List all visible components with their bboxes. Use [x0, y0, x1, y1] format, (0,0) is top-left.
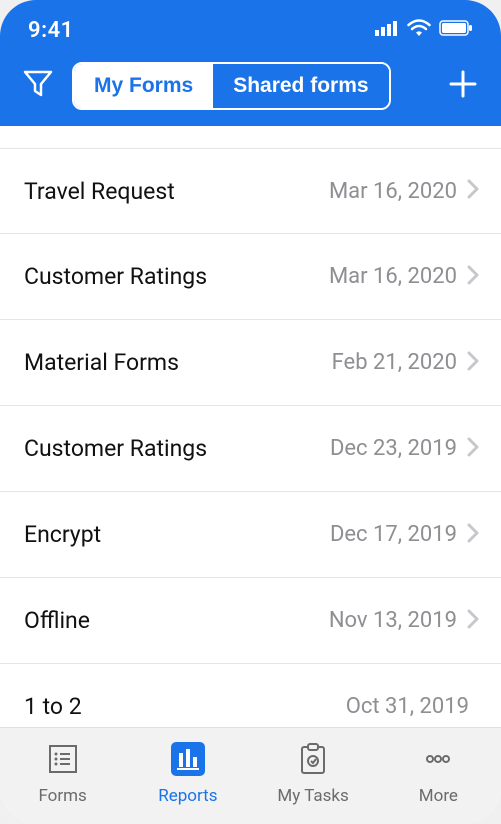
list-item-date: Dec 23, 2019: [330, 436, 457, 461]
list-item-title: Customer Ratings: [24, 435, 330, 462]
more-icon: [417, 738, 459, 780]
tab-my-forms[interactable]: My Forms: [74, 64, 213, 108]
bottom-nav: Forms Reports My Tasks More: [0, 727, 501, 824]
plus-icon: [448, 69, 478, 103]
nav-label: Forms: [38, 786, 86, 806]
app-screen: 9:41 My Forms Shared fo: [0, 0, 501, 824]
list-item-date: Mar 16, 2020: [329, 264, 457, 289]
chevron-right-icon: [467, 523, 479, 547]
list-item-date: Oct 31, 2019: [346, 694, 469, 719]
reports-icon: [167, 738, 209, 780]
list-item[interactable]: 1 to 2 Oct 31, 2019: [0, 664, 501, 727]
nav-forms[interactable]: Forms: [0, 738, 125, 806]
chevron-right-icon: [467, 609, 479, 633]
filter-icon: [23, 70, 53, 102]
list-item-date: Dec 17, 2019: [330, 522, 457, 547]
nav-more[interactable]: More: [376, 738, 501, 806]
nav-label: Reports: [158, 786, 217, 806]
list-item[interactable]: Customer Ratings Mar 16, 2020: [0, 234, 501, 320]
list-item-title: Offline: [24, 607, 329, 634]
battery-icon: [439, 20, 473, 40]
wifi-icon: [407, 19, 431, 41]
status-bar: 9:41: [0, 14, 501, 54]
status-time: 9:41: [28, 18, 74, 43]
chevron-right-icon: [467, 179, 479, 203]
tasks-icon: [292, 738, 334, 780]
header: 9:41 My Forms Shared fo: [0, 0, 501, 126]
chevron-right-icon: [467, 437, 479, 461]
list-item-title: Material Forms: [24, 349, 332, 376]
list-item-date: Feb 21, 2020: [332, 350, 457, 375]
filter-button[interactable]: [18, 66, 58, 106]
list-item[interactable]: Customer Ratings Dec 23, 2019: [0, 406, 501, 492]
nav-reports[interactable]: Reports: [125, 738, 250, 806]
list-item-title: Customer Ratings: [24, 263, 329, 290]
chevron-right-icon: [467, 265, 479, 289]
nav-my-tasks[interactable]: My Tasks: [251, 738, 376, 806]
status-icons: [375, 19, 473, 41]
cellular-icon: [375, 20, 399, 40]
list-item-title: Encrypt: [24, 521, 330, 548]
list-item-date: Mar 16, 2020: [329, 179, 457, 204]
toolbar: My Forms Shared forms: [0, 54, 501, 126]
chevron-right-icon: [467, 351, 479, 375]
tab-shared-forms[interactable]: Shared forms: [213, 64, 388, 108]
list-item[interactable]: Travel Request Mar 16, 2020: [0, 148, 501, 234]
list-item-date: Nov 13, 2019: [329, 608, 457, 633]
nav-label: More: [419, 786, 458, 806]
add-button[interactable]: [443, 66, 483, 106]
list-item[interactable]: Material Forms Feb 21, 2020: [0, 320, 501, 406]
forms-list: Travel Request Mar 16, 2020 Customer Rat…: [0, 126, 501, 727]
segmented-control: My Forms Shared forms: [72, 62, 391, 110]
nav-label: My Tasks: [277, 786, 348, 806]
forms-icon: [42, 738, 84, 780]
list-item-title: 1 to 2: [24, 693, 346, 720]
list-item[interactable]: Encrypt Dec 17, 2019: [0, 492, 501, 578]
list-item-title: Travel Request: [24, 178, 329, 205]
list-item[interactable]: Offline Nov 13, 2019: [0, 578, 501, 664]
